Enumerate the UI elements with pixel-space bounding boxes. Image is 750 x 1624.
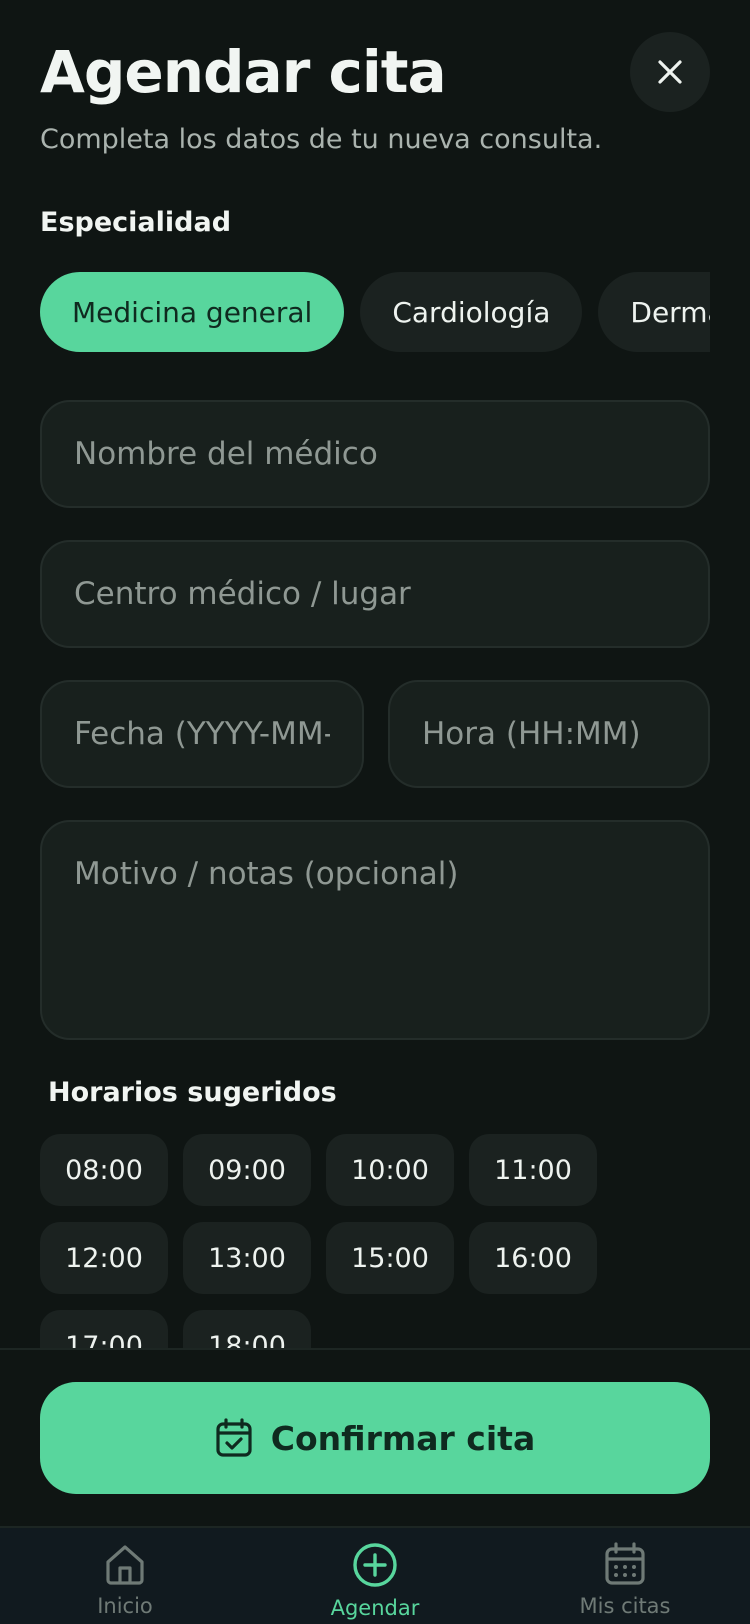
schedule-appointment-screen: Agendar cita Completa los datos de tu nu… bbox=[0, 0, 750, 1624]
bottom-action-area: Confirmar cita bbox=[0, 1348, 750, 1526]
doctor-name-field-wrapper bbox=[40, 400, 710, 508]
location-field-wrapper bbox=[40, 540, 710, 648]
time-slot-0800[interactable]: 08:00 bbox=[40, 1134, 168, 1206]
tab-inicio-label: Inicio bbox=[97, 1594, 153, 1618]
page-title: Agendar cita bbox=[40, 38, 447, 106]
close-button[interactable] bbox=[630, 32, 710, 112]
chip-dermatologia[interactable]: Dermatología bbox=[598, 272, 710, 352]
confirm-appointment-label: Confirmar cita bbox=[270, 1418, 536, 1458]
time-slot-1600[interactable]: 16:00 bbox=[469, 1222, 597, 1294]
home-icon bbox=[106, 1545, 144, 1585]
notes-textarea[interactable] bbox=[42, 822, 708, 1038]
suggested-times-grid: 08:00 09:00 10:00 11:00 12:00 13:00 15:0… bbox=[40, 1134, 710, 1348]
confirm-appointment-button[interactable]: Confirmar cita bbox=[40, 1382, 710, 1494]
time-field-wrapper bbox=[388, 680, 710, 788]
tab-agendar-label: Agendar bbox=[330, 1596, 420, 1620]
specialty-chip-list[interactable]: Medicina general Cardiología Dermatologí… bbox=[40, 272, 710, 352]
tab-mis-citas-label: Mis citas bbox=[579, 1594, 671, 1618]
time-slot-1000[interactable]: 10:00 bbox=[326, 1134, 454, 1206]
bottom-tab-bar: Inicio Agendar Mis citas bbox=[0, 1526, 750, 1624]
time-slot-1200[interactable]: 12:00 bbox=[40, 1222, 168, 1294]
chip-cardiologia[interactable]: Cardiología bbox=[360, 272, 583, 352]
time-slot-1100[interactable]: 11:00 bbox=[469, 1134, 597, 1206]
time-slot-1500[interactable]: 15:00 bbox=[326, 1222, 454, 1294]
calendar-check-icon bbox=[216, 1418, 252, 1457]
plus-circle-icon bbox=[353, 1543, 397, 1587]
chip-medicina-general[interactable]: Medicina general bbox=[40, 272, 345, 352]
doctor-name-input[interactable] bbox=[42, 402, 708, 506]
time-slot-1700[interactable]: 17:00 bbox=[40, 1310, 168, 1348]
calendar-icon bbox=[605, 1542, 645, 1585]
time-input[interactable] bbox=[390, 682, 708, 786]
time-slot-1800[interactable]: 18:00 bbox=[183, 1310, 311, 1348]
notes-field-wrapper bbox=[40, 820, 710, 1040]
suggested-times-label: Horarios sugeridos bbox=[48, 1077, 337, 1108]
date-input[interactable] bbox=[42, 682, 362, 786]
date-field-wrapper bbox=[40, 680, 364, 788]
time-slot-0900[interactable]: 09:00 bbox=[183, 1134, 311, 1206]
specialty-label: Especialidad bbox=[40, 207, 232, 238]
tab-mis-citas[interactable]: Mis citas bbox=[525, 1542, 725, 1618]
location-input[interactable] bbox=[42, 542, 708, 646]
time-slot-1300[interactable]: 13:00 bbox=[183, 1222, 311, 1294]
tab-inicio[interactable]: Inicio bbox=[25, 1542, 225, 1618]
tab-agendar[interactable]: Agendar bbox=[275, 1542, 475, 1620]
close-icon bbox=[658, 60, 682, 84]
page-subtitle: Completa los datos de tu nueva consulta. bbox=[40, 124, 603, 155]
